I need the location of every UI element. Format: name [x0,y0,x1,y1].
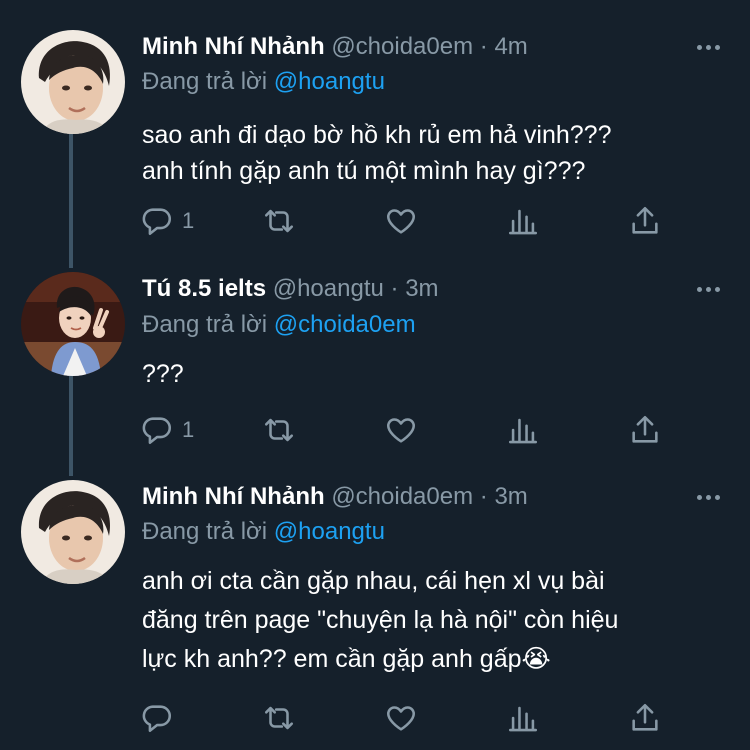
display-name[interactable]: Tú 8.5 ielts [142,275,266,302]
display-name[interactable]: Minh Nhí Nhảnh [142,33,325,60]
avatar-image [21,480,125,584]
reply-button[interactable] [140,698,182,738]
tweet[interactable]: Tú 8.5 ielts @hoangtu · 3m Đang trả lời … [0,272,750,462]
avatar-image [21,272,125,376]
avatar[interactable] [21,272,125,376]
replying-to: Đang trả lời @choida0em [142,308,416,342]
more-icon[interactable] [690,482,726,512]
tweet-text-line: đăng trên page "chuyện lạ hà nội" còn hi… [142,606,619,634]
mention-link[interactable]: @hoangtu [274,68,385,95]
user-handle[interactable]: @choida0em [331,33,473,60]
retweet-button[interactable] [262,201,296,241]
reply-icon [142,705,172,733]
analytics-icon [508,706,538,732]
heart-icon [387,209,415,234]
analytics-button[interactable] [506,698,540,738]
action-bar: 1 [140,410,670,450]
tweet-text-line: lực kh anh?? em cần gặp anh gấp😭 [142,645,551,673]
separator-dot: · [390,275,399,302]
replying-prefix: Đang trả lời [142,68,268,95]
heart-icon [387,706,415,731]
action-bar [140,698,670,738]
share-icon [632,415,658,443]
like-button[interactable] [384,410,418,450]
mention-link[interactable]: @choida0em [274,311,416,338]
share-button[interactable] [628,698,662,738]
user-handle[interactable]: @hoangtu [273,275,384,302]
reply-icon [142,417,172,445]
replying-to: Đang trả lời @hoangtu [142,65,385,99]
retweet-icon [264,209,294,233]
tweet-header: Tú 8.5 ielts @hoangtu · 3m [142,272,439,306]
more-icon[interactable] [690,274,726,304]
replying-prefix: Đang trả lời [142,518,268,545]
reply-count: 1 [182,208,195,233]
retweet-icon [264,706,294,730]
replying-prefix: Đang trả lời [142,311,268,338]
tweet-text: sao anh đi dạo bờ hồ kh rủ em hả vinh???… [142,117,732,189]
more-icon[interactable] [690,32,726,62]
analytics-button[interactable] [506,201,540,241]
timestamp[interactable]: 3m [494,483,527,510]
share-icon [632,703,658,731]
tweet-text-line: anh tính gặp anh tú một mình hay gì??? [142,157,586,185]
avatar[interactable] [21,30,125,134]
tweet[interactable]: Minh Nhí Nhảnh @choida0em · 3m Đang trả … [0,480,750,742]
separator-dot: · [479,33,488,60]
tweet[interactable]: Minh Nhí Nhảnh @choida0em · 4m Đang trả … [0,30,750,260]
display-name[interactable]: Minh Nhí Nhảnh [142,483,325,510]
timestamp[interactable]: 3m [405,275,438,302]
tweet-text: anh ơi cta cần gặp nhau, cái hẹn xl vụ b… [142,562,732,679]
tweet-text-line: sao anh đi dạo bờ hồ kh rủ em hả vinh??? [142,121,612,149]
heart-icon [387,418,415,443]
reply-button[interactable]: 1 [140,201,194,241]
user-handle[interactable]: @choida0em [331,483,473,510]
share-icon [632,206,658,234]
analytics-button[interactable] [506,410,540,450]
analytics-icon [508,209,538,235]
avatar[interactable] [21,480,125,584]
avatar-image [21,30,125,134]
tweet-text-line: anh ơi cta cần gặp nhau, cái hẹn xl vụ b… [142,567,605,595]
tweet-text: ??? [142,356,732,392]
retweet-button[interactable] [262,698,296,738]
share-button[interactable] [628,201,662,241]
reply-count: 1 [182,417,195,442]
analytics-icon [508,418,538,444]
like-button[interactable] [384,698,418,738]
like-button[interactable] [384,201,418,241]
retweet-icon [264,418,294,442]
timestamp[interactable]: 4m [494,33,527,60]
share-button[interactable] [628,410,662,450]
replying-to: Đang trả lời @hoangtu [142,515,385,549]
action-bar: 1 [140,201,670,241]
tweet-header: Minh Nhí Nhảnh @choida0em · 3m [142,480,528,514]
retweet-button[interactable] [262,410,296,450]
tweet-text-line: ??? [142,360,184,388]
reply-icon [142,208,172,236]
separator-dot: · [479,483,488,510]
reply-button[interactable]: 1 [140,410,194,450]
tweet-header: Minh Nhí Nhảnh @choida0em · 4m [142,30,528,64]
mention-link[interactable]: @hoangtu [274,518,385,545]
